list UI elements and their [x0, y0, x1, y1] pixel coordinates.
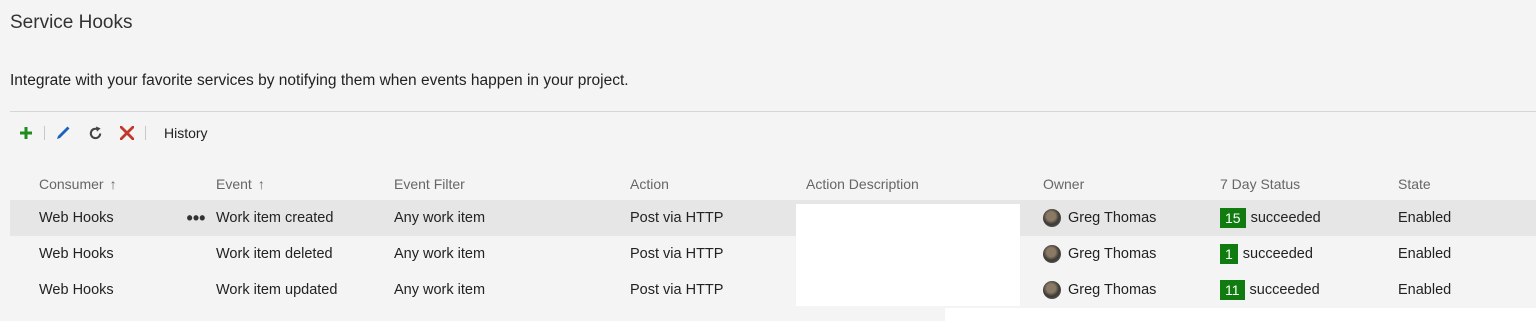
status-badge: 11 — [1220, 280, 1245, 300]
toolbar: History — [10, 118, 218, 148]
status-text: succeeded — [1249, 282, 1320, 298]
pencil-icon — [57, 126, 70, 139]
owner-name: Greg Thomas — [1068, 282, 1157, 298]
toolbar-separator — [145, 126, 146, 140]
action-cell: Post via HTTP — [630, 282, 724, 298]
toolbar-separator — [44, 126, 45, 140]
event-cell: Work item deleted — [216, 246, 333, 262]
status-text: succeeded — [1250, 210, 1321, 226]
action-description-redacted — [796, 204, 1020, 306]
consumer-cell: Web Hooks — [39, 210, 114, 226]
event-filter-cell: Any work item — [394, 210, 486, 226]
page-title: Service Hooks — [10, 12, 133, 33]
event-cell: Work item updated — [216, 282, 338, 298]
avatar — [1043, 245, 1061, 263]
column-header-action-description[interactable]: Action Description — [806, 168, 919, 200]
add-button[interactable] — [10, 118, 42, 148]
owner-cell: Greg Thomas — [1043, 236, 1156, 272]
page-intro: Integrate with your favorite services by… — [10, 72, 629, 89]
column-header-event-filter[interactable]: Event Filter — [394, 168, 465, 200]
state-cell: Enabled — [1398, 282, 1452, 298]
table-row[interactable]: Web Hooks Work item updated Any work ite… — [10, 272, 1536, 308]
blank-panel — [945, 308, 1536, 321]
column-header-state[interactable]: State — [1398, 168, 1431, 200]
refresh-button[interactable] — [79, 118, 111, 148]
plus-icon — [20, 127, 32, 139]
more-actions-button[interactable]: ••• — [184, 200, 208, 236]
consumer-cell: Web Hooks — [39, 246, 114, 262]
status-cell: 11 succeeded — [1220, 272, 1320, 308]
event-filter-cell: Any work item — [394, 246, 486, 262]
event-cell: Work item created — [216, 210, 334, 226]
delete-button[interactable] — [111, 118, 143, 148]
column-header-owner[interactable]: Owner — [1043, 168, 1084, 200]
status-cell: 15 succeeded — [1220, 200, 1321, 236]
column-header-consumer[interactable]: Consumer ↑ — [39, 168, 117, 200]
consumer-cell: Web Hooks — [39, 282, 114, 298]
status-cell: 1 succeeded — [1220, 236, 1313, 272]
delete-x-icon — [120, 126, 134, 140]
column-header-status[interactable]: 7 Day Status — [1220, 168, 1300, 200]
action-cell: Post via HTTP — [630, 246, 724, 262]
divider — [10, 111, 1536, 112]
column-header-event[interactable]: Event ↑ — [216, 168, 265, 200]
avatar — [1043, 209, 1061, 227]
column-header-action[interactable]: Action — [630, 168, 669, 200]
service-hooks-grid: Consumer ↑ Event ↑ Event Filter Action A… — [10, 168, 1536, 308]
state-cell: Enabled — [1398, 246, 1452, 262]
status-text: succeeded — [1242, 246, 1313, 262]
table-row[interactable]: Web Hooks Work item deleted Any work ite… — [10, 236, 1536, 272]
owner-name: Greg Thomas — [1068, 210, 1157, 226]
state-cell: Enabled — [1398, 210, 1452, 226]
event-filter-cell: Any work item — [394, 282, 486, 298]
status-badge: 1 — [1220, 244, 1238, 264]
grid-header: Consumer ↑ Event ↑ Event Filter Action A… — [10, 168, 1536, 200]
edit-button[interactable] — [47, 118, 79, 148]
owner-cell: Greg Thomas — [1043, 272, 1156, 308]
owner-cell: Greg Thomas — [1043, 200, 1156, 236]
status-badge: 15 — [1220, 208, 1246, 228]
ellipsis-icon: ••• — [186, 208, 206, 228]
sort-ascending-icon: ↑ — [257, 176, 265, 192]
sort-ascending-icon: ↑ — [109, 176, 117, 192]
column-header-label: Event — [216, 176, 252, 192]
history-button[interactable]: History — [154, 125, 218, 141]
column-header-label: Consumer — [39, 176, 104, 192]
action-cell: Post via HTTP — [630, 210, 724, 226]
refresh-icon — [89, 125, 101, 139]
avatar — [1043, 281, 1061, 299]
owner-name: Greg Thomas — [1068, 246, 1157, 262]
table-row[interactable]: Web Hooks ••• Work item created Any work… — [10, 200, 1536, 236]
